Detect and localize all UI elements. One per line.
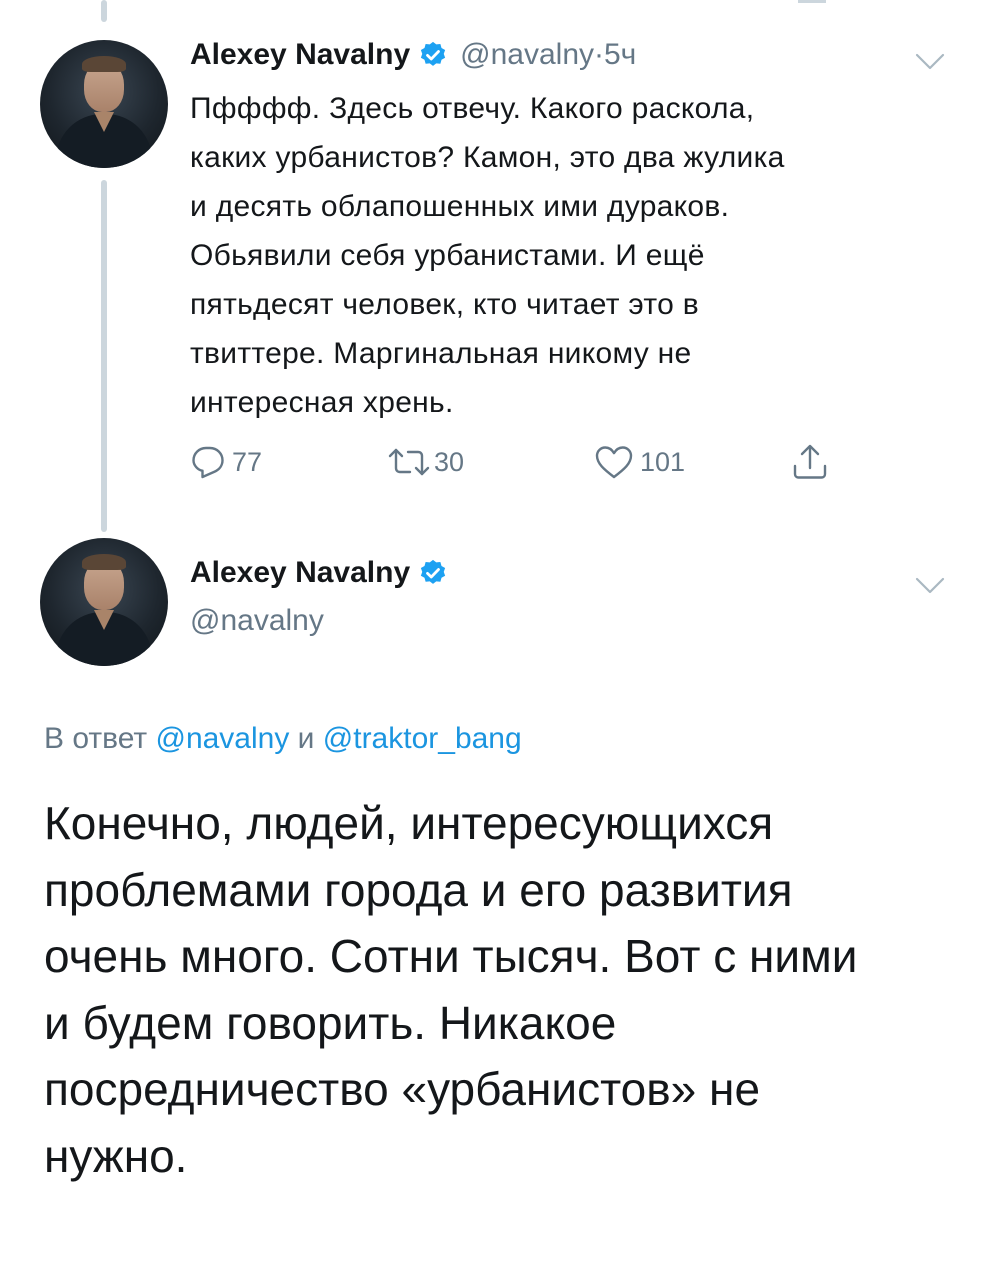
top-edge-divider bbox=[798, 0, 826, 3]
reply-count: 77 bbox=[232, 446, 263, 477]
tweet-text: Пфффф. Здесь отвечу. Какого раскола, как… bbox=[190, 84, 950, 427]
tweet-text-line: нужно. bbox=[44, 1129, 188, 1182]
tweet-time[interactable]: 5ч bbox=[604, 38, 636, 72]
tweet-text-line: и десять облапошенных ими дураков. bbox=[190, 190, 730, 223]
separator-dot: · bbox=[594, 38, 604, 71]
chevron-down-icon[interactable] bbox=[914, 576, 946, 596]
like-count: 101 bbox=[640, 446, 686, 477]
share-button[interactable] bbox=[790, 442, 830, 482]
reply-mention-link[interactable]: @traktor_bang bbox=[323, 722, 522, 755]
tweet-text-line: Обьявили себя урбанистами. И ещё bbox=[190, 239, 705, 272]
tweet-text-line: каких урбанистов? Камон, это два жулика bbox=[190, 141, 785, 174]
share-icon bbox=[793, 444, 827, 479]
tweet-text-line: твиттере. Маргинальная никому не bbox=[190, 337, 692, 370]
reply-joiner: и bbox=[289, 722, 323, 755]
author-name[interactable]: Alexey Navalny bbox=[190, 556, 410, 590]
tweet-text-line: проблемами города и его развития bbox=[44, 863, 793, 916]
author-handle[interactable]: @navalny bbox=[460, 38, 594, 72]
author-handle[interactable]: @navalny bbox=[190, 604, 324, 638]
avatar[interactable] bbox=[40, 40, 168, 168]
tweet-text-line: пятьдесят человек, кто читает это в bbox=[190, 288, 699, 321]
like-button[interactable]: 101 bbox=[594, 444, 685, 480]
author-name[interactable]: Alexey Navalny bbox=[190, 38, 410, 72]
thread-line bbox=[101, 180, 107, 532]
tweet-header: Alexey Navalny bbox=[190, 556, 448, 590]
thread-line-top bbox=[101, 0, 107, 22]
verified-icon bbox=[421, 41, 446, 66]
reply-context: В ответ @navalny и @traktor_bang bbox=[44, 722, 522, 756]
chevron-down-icon[interactable] bbox=[914, 52, 946, 72]
reply-icon bbox=[192, 446, 224, 479]
retweet-count: 30 bbox=[434, 446, 465, 477]
tweet-text-line: очень много. Сотни тысяч. Вот с ними bbox=[44, 930, 858, 982]
reply-button[interactable]: 77 bbox=[190, 444, 262, 480]
tweet-actions: 77 30 101 bbox=[190, 440, 850, 486]
verified-icon bbox=[421, 559, 446, 584]
tweet-header: Alexey Navalny @navalny · 5ч bbox=[190, 38, 636, 72]
tweet-text-line: Конечно, людей, интересующихся bbox=[44, 797, 774, 849]
retweet-icon bbox=[388, 448, 430, 476]
reply-prefix: В ответ bbox=[44, 722, 156, 755]
tweet-text-line: и будем говорить. Никакое bbox=[44, 996, 617, 1049]
avatar[interactable] bbox=[40, 538, 168, 666]
tweet-text-line: посредничество «урбанистов» не bbox=[44, 1063, 761, 1115]
tweet-text-line: Пфффф. Здесь отвечу. Какого раскола, bbox=[190, 92, 755, 125]
like-icon bbox=[595, 446, 633, 479]
tweet-text: Конечно, людей, интересующихся проблемам… bbox=[44, 790, 964, 1189]
retweet-button[interactable]: 30 bbox=[386, 444, 464, 480]
tweet-text-line: интересная хрень. bbox=[190, 386, 454, 419]
reply-mention-link[interactable]: @navalny bbox=[155, 722, 289, 755]
